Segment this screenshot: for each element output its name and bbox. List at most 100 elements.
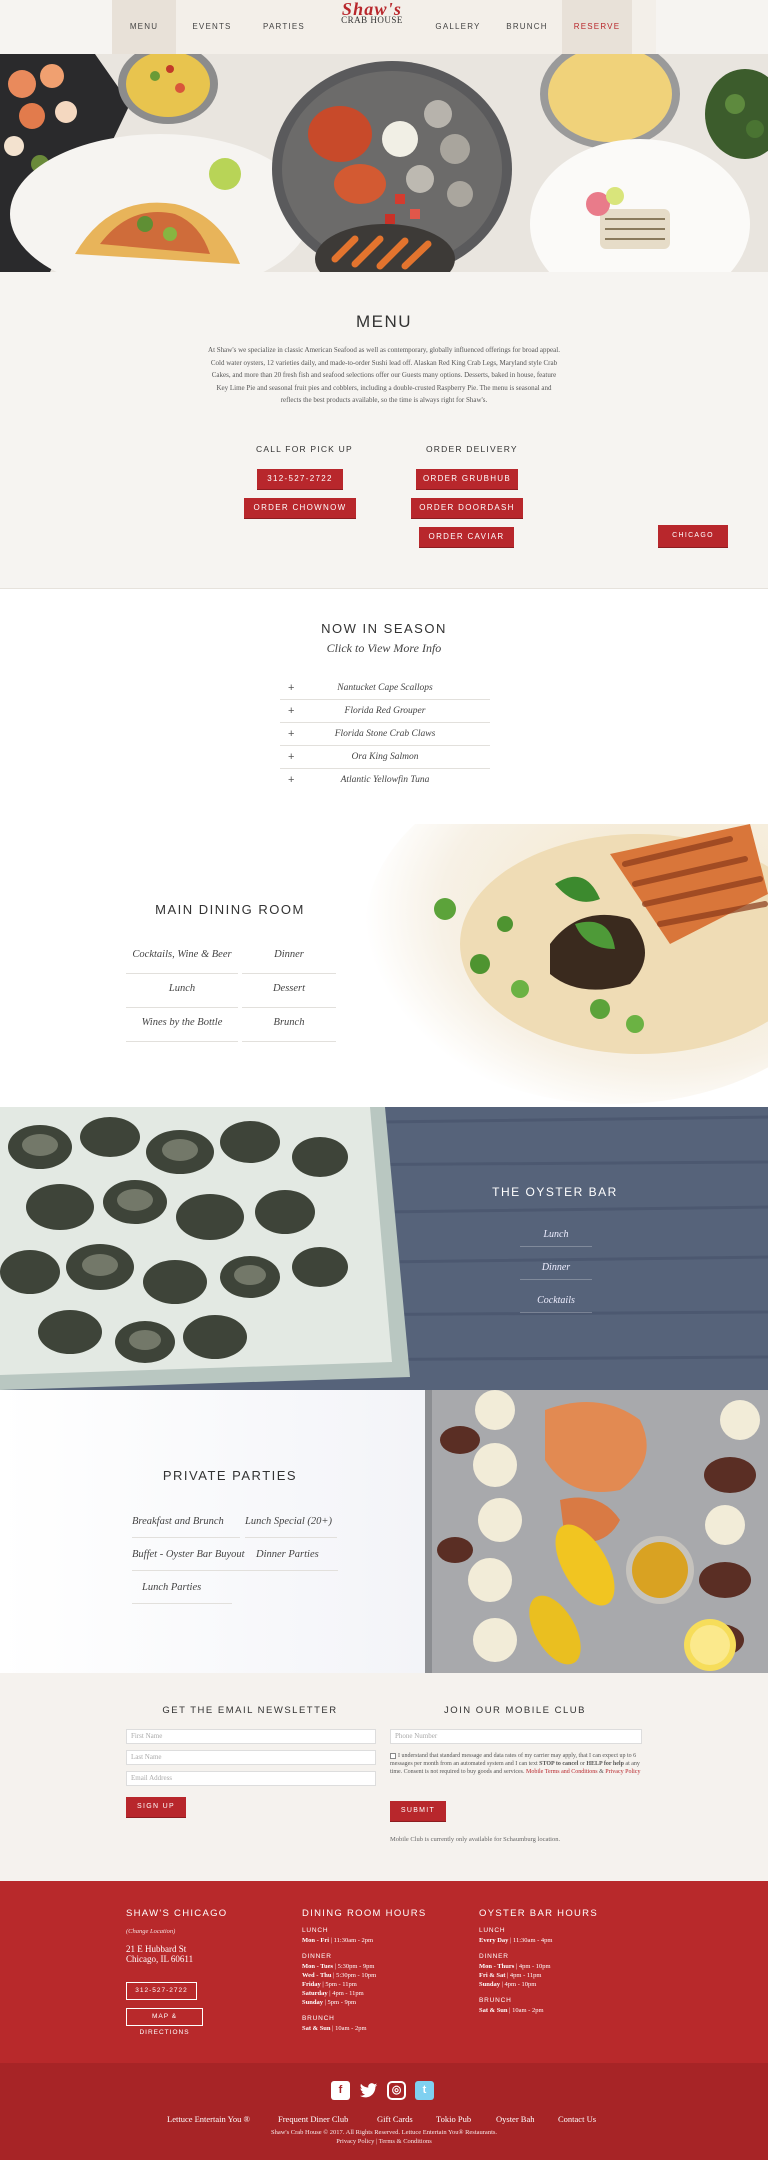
pickup-label: CALL FOR PICK UP <box>256 444 353 454</box>
party-option-link[interactable]: Buffet - Oyster Bar Buyout <box>132 1541 256 1571</box>
season-item[interactable]: + Florida Stone Crab Claws <box>280 723 490 746</box>
party-option-link[interactable]: Breakfast and Brunch <box>132 1508 240 1538</box>
dining-hours-title: DINING ROOM HOURS <box>302 1908 427 1919</box>
mobile-terms-link[interactable]: Mobile Terms and Conditions <box>526 1769 598 1775</box>
map-directions-button[interactable]: MAP & DIRECTIONS <box>126 2008 203 2036</box>
sign-up-button[interactable]: SIGN UP <box>126 1797 186 1817</box>
season-title: NOW IN SEASON <box>321 621 447 636</box>
phone-number-field[interactable]: Phone Number <box>390 1729 642 1744</box>
top-nav: MENU EVENTS PARTIES Shaw's CRAB HOUSE GA… <box>112 0 656 54</box>
hours-line: Mon - Fri | 11:30am - 2pm <box>302 1937 374 1944</box>
nav-brunch-link[interactable]: BRUNCH <box>492 0 562 54</box>
footer-link[interactable]: Oyster Bah <box>496 2114 534 2124</box>
twitter-icon[interactable] <box>359 2081 378 2100</box>
party-option-link[interactable]: Dinner Parties <box>256 1541 338 1571</box>
consent-stop: STOP to cancel <box>539 1761 579 1767</box>
location-title: SHAW'S CHICAGO <box>126 1908 228 1919</box>
season-item-label: Florida Stone Crab Claws <box>334 729 436 739</box>
oyster-menu-link[interactable]: Lunch <box>520 1229 592 1247</box>
hours-line: Sunday | 5pm - 9pm <box>302 1999 357 2006</box>
season-subtitle[interactable]: Click to View More Info <box>0 641 768 656</box>
first-name-field[interactable]: First Name <box>126 1729 376 1744</box>
consent-help: HELP for help <box>586 1761 624 1767</box>
dining-menu-link[interactable]: Wines by the Bottle <box>126 1008 238 1042</box>
season-item-label: Nantucket Cape Scallops <box>337 683 433 693</box>
oyster-bar-section: THE OYSTER BAR Lunch Dinner Cocktails <box>0 1107 768 1390</box>
menu-description: At Shaw's we specialize in classic Ameri… <box>208 346 560 405</box>
private-parties-section: PRIVATE PARTIES Breakfast and Brunch Lun… <box>0 1390 768 1673</box>
footer-link[interactable]: Tokio Pub <box>436 2114 471 2124</box>
dining-menu-link[interactable]: Lunch <box>126 974 238 1008</box>
season-item[interactable]: + Ora King Salmon <box>280 746 490 769</box>
nav-gallery-link[interactable]: GALLERY <box>424 0 492 54</box>
order-chownow-button[interactable]: ORDER CHOWNOW <box>244 498 356 518</box>
dining-menu-link[interactable]: Brunch <box>242 1008 336 1042</box>
oyster-menu-link[interactable]: Cocktails <box>520 1295 592 1313</box>
dining-brunch-label: BRUNCH <box>302 2015 335 2022</box>
email-field[interactable]: Email Address <box>126 1771 376 1786</box>
hours-line: Every Day | 11:30am - 4pm <box>479 1937 553 1944</box>
main-dining-room-section: MAIN DINING ROOM Cocktails, Wine & Beer … <box>0 824 768 1107</box>
dining-title: MAIN DINING ROOM <box>155 902 305 917</box>
menu-section: MENU At Shaw's we specialize in classic … <box>0 272 768 588</box>
chicago-location-button[interactable]: CHICAGO <box>658 525 728 547</box>
nav-menu-link[interactable]: MENU <box>112 0 176 54</box>
party-option-link[interactable]: Lunch Parties <box>132 1574 232 1604</box>
season-item[interactable]: + Nantucket Cape Scallops <box>280 677 490 700</box>
consent-checkbox[interactable] <box>390 1752 396 1759</box>
hours-line: Sat & Sun | 10am - 2pm <box>302 2025 367 2032</box>
dining-menu-link[interactable]: Cocktails, Wine & Beer <box>126 940 238 974</box>
dining-menu-link[interactable]: Dessert <box>242 974 336 1008</box>
salmon-dish-image <box>340 824 768 1107</box>
last-name-field[interactable]: Last Name <box>126 1750 376 1765</box>
change-location-link[interactable]: (Change Location) <box>126 1927 175 1936</box>
dining-dinner-label: DINNER <box>302 1953 332 1960</box>
menu-title: MENU <box>355 312 413 331</box>
oyster-dinner-label: DINNER <box>479 1953 509 1960</box>
order-caviar-button[interactable]: ORDER CAVIAR <box>419 527 514 547</box>
grilled-platter-image <box>0 1390 768 1673</box>
footer-link[interactable]: Frequent Diner Club <box>278 2114 348 2124</box>
instagram-icon[interactable]: ◎ <box>387 2081 406 2100</box>
footer-link[interactable]: Gift Cards <box>377 2114 413 2124</box>
season-item[interactable]: + Florida Red Grouper <box>280 700 490 723</box>
season-item-label: Ora King Salmon <box>351 752 419 762</box>
privacy-policy-link[interactable]: Privacy Policy <box>605 1769 640 1775</box>
hours-line: Sat & Sun | 10am - 2pm <box>479 2007 544 2014</box>
signup-section: GET THE EMAIL NEWSLETTER First Name Last… <box>0 1673 768 1881</box>
oyster-menu-link[interactable]: Dinner <box>520 1262 592 1280</box>
dining-menu-link[interactable]: Dinner <box>242 940 336 974</box>
party-option-link[interactable]: Lunch Special (20+) <box>245 1508 337 1538</box>
facebook-icon[interactable]: f <box>331 2081 350 2100</box>
hours-line: Mon - Thurs | 4pm - 10pm <box>479 1963 551 1970</box>
footer-phone-button[interactable]: 312-527-2722 <box>126 1982 197 2000</box>
nav-reserve-link[interactable]: RESERVE <box>562 0 632 54</box>
call-phone-button[interactable]: 312-527-2722 <box>257 469 343 489</box>
oyster-hours-title: OYSTER BAR HOURS <box>479 1908 598 1919</box>
shaws-logo[interactable]: Shaw's CRAB HOUSE <box>320 0 424 54</box>
logo-subtitle: CRAB HOUSE <box>341 15 403 25</box>
tumblr-icon[interactable]: t <box>415 2081 434 2100</box>
footer-link[interactable]: Lettuce Entertain You ® <box>167 2114 250 2124</box>
terms-link[interactable]: Terms & Conditions <box>379 2138 432 2145</box>
parties-title: PRIVATE PARTIES <box>162 1468 298 1483</box>
copyright-text: Shaw's Crab House © 2017. All Rights Res… <box>270 2129 498 2136</box>
submit-button[interactable]: SUBMIT <box>390 1801 446 1821</box>
seafood-spread-image <box>0 54 768 272</box>
nav-events-link[interactable]: EVENTS <box>176 0 248 54</box>
privacy-link[interactable]: Privacy Policy <box>336 2138 374 2145</box>
hours-line: Mon - Tues | 5:30pm - 9pm <box>302 1963 375 1970</box>
mobile-club-title: JOIN OUR MOBILE CLUB <box>444 1705 586 1716</box>
season-item[interactable]: + Atlantic Yellowfin Tuna <box>280 769 490 792</box>
nav-parties-link[interactable]: PARTIES <box>248 0 320 54</box>
hours-line: Saturday | 4pm - 11pm <box>302 1990 364 1997</box>
bottom-bar: f ◎ t Lettuce Entertain You ® Frequent D… <box>0 2063 768 2160</box>
address-line-2: Chicago, IL 60611 <box>126 1954 194 1964</box>
order-doordash-button[interactable]: ORDER DOORDASH <box>411 498 523 518</box>
season-item-label: Florida Red Grouper <box>344 706 426 716</box>
footer-info: SHAW'S CHICAGO (Change Location) 21 E Hu… <box>0 1881 768 2063</box>
oyster-bar-title: THE OYSTER BAR <box>492 1185 618 1199</box>
footer-link[interactable]: Contact Us <box>558 2114 596 2124</box>
hero-image <box>0 54 768 272</box>
order-grubhub-button[interactable]: ORDER GRUBHUB <box>416 469 518 489</box>
